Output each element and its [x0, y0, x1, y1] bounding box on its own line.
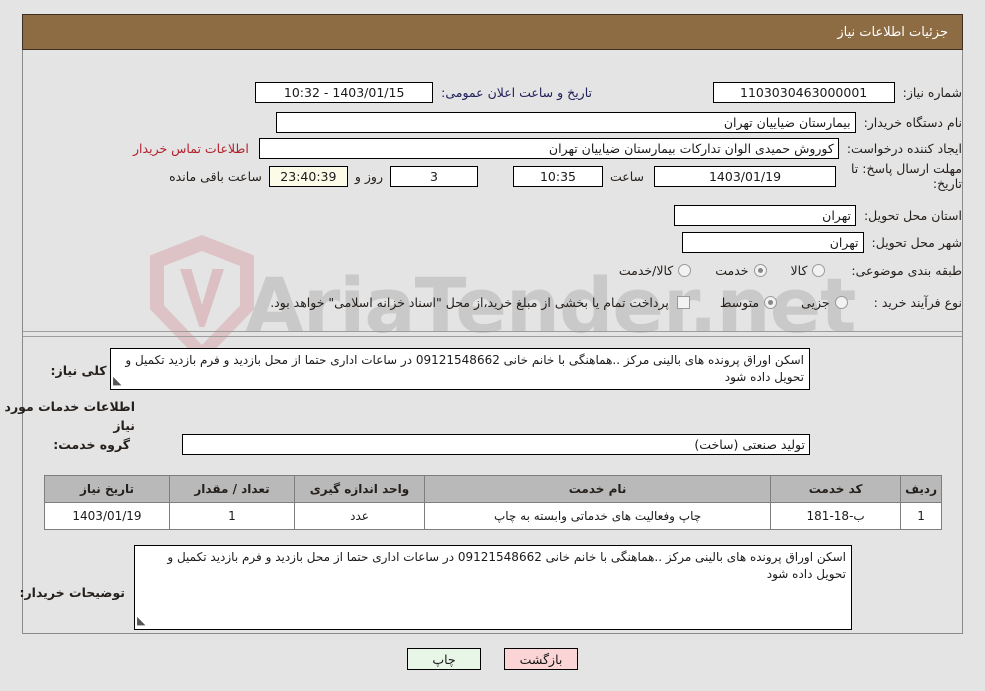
field-deadline: مهلت ارسال پاسخ: تا تاریخ: 1403/01/19 سا…	[169, 161, 962, 191]
print-button[interactable]: چاپ	[407, 648, 481, 670]
deadline-date-value: 1403/01/19	[654, 165, 836, 187]
radio-kala[interactable]	[812, 263, 826, 277]
deadline-label: مهلت ارسال پاسخ: تا تاریخ:	[851, 161, 962, 191]
city-label: شهر محل تحویل:	[871, 234, 962, 250]
buyer-notes-label-wrap: توضیحات خریدار:	[19, 582, 125, 601]
resize-grip-icon: ◢	[113, 374, 122, 387]
td-unit: عدد	[294, 502, 425, 530]
field-buyer-org: نام دستگاه خریدار: بیمارستان ضیاییان تهر…	[275, 110, 962, 134]
treasury-note: پرداخت تمام یا بخشی از مبلغ خرید،از محل …	[270, 294, 669, 310]
divider-top	[23, 331, 962, 332]
treasury-checkbox[interactable]	[676, 295, 690, 309]
field-city: شهر محل تحویل: تهران	[681, 230, 962, 254]
field-province: استان محل تحویل: تهران	[673, 203, 962, 227]
radio-jozii[interactable]	[834, 295, 848, 309]
divider-top-2	[23, 336, 962, 337]
announce-value: 1403/01/15 - 10:32	[255, 81, 434, 103]
page-header: جزئیات اطلاعات نیاز	[22, 14, 963, 50]
services-section-heading-wrap: اطلاعات خدمات مورد نیاز	[0, 396, 135, 434]
back-button[interactable]: بازگشت	[504, 648, 578, 670]
field-category: طبقه بندی موضوعی: کالا خدمت کالا/خدمت	[619, 258, 962, 282]
remaining-days-value: 3	[389, 165, 478, 187]
td-need-date: 1403/01/19	[44, 502, 170, 530]
category-option-kala-khedmat-label: کالا/خدمت	[618, 262, 674, 278]
th-unit: واحد اندازه گیری	[294, 475, 425, 503]
field-creator: ایجاد کننده درخواست: کوروش حمیدی الوان ت…	[133, 136, 962, 160]
service-group-value: تولید صنعتی (ساخت)	[182, 434, 810, 455]
buyer-notes-textarea[interactable]: اسکن اوراق پرونده های بالینی مرکز ..هماه…	[134, 545, 852, 630]
buyer-notes-value: اسکن اوراق پرونده های بالینی مرکز ..هماه…	[167, 550, 846, 581]
category-label: طبقه بندی موضوعی:	[851, 262, 962, 278]
city-value: تهران	[681, 231, 864, 253]
resize-grip-icon-2: ◢	[137, 614, 146, 627]
process-option-jozii-label: جزیی	[801, 294, 830, 310]
action-buttons: بازگشت چاپ	[0, 648, 985, 670]
buyer-org-label: نام دستگاه خریدار:	[863, 114, 962, 130]
process-label: نوع فرآیند خرید :	[873, 294, 962, 310]
remaining-hours-label: ساعت باقی مانده	[169, 168, 262, 184]
province-value: تهران	[673, 204, 856, 226]
field-need-number: شماره نیاز: 1103030463000001	[712, 80, 962, 104]
services-section-heading: اطلاعات خدمات مورد نیاز	[4, 399, 135, 433]
radio-motavaset[interactable]	[764, 295, 778, 309]
category-option-khedmat-label: خدمت	[715, 262, 749, 278]
need-info-section: شماره نیاز: 1103030463000001 تاریخ و ساع…	[23, 60, 962, 330]
table-row: 1 ب-18-181 چاپ وفعالیت های خدماتی وابسته…	[44, 502, 942, 530]
radio-khedmat[interactable]	[753, 263, 767, 277]
description-value: اسکن اوراق پرونده های بالینی مرکز ..هماه…	[125, 353, 804, 384]
announce-label: تاریخ و ساعت اعلان عمومی:	[441, 84, 592, 100]
need-number-label: شماره نیاز:	[902, 84, 962, 100]
th-service-code: کد خدمت	[770, 475, 902, 503]
service-group-label-wrap: گروه خدمت:	[53, 432, 130, 456]
category-option-kala-khedmat[interactable]: کالا/خدمت	[618, 262, 692, 278]
radio-kala-khedmat[interactable]	[678, 263, 692, 277]
need-number-value: 1103030463000001	[712, 81, 895, 103]
category-option-kala[interactable]: کالا	[791, 263, 826, 278]
category-option-khedmat[interactable]: خدمت	[715, 262, 767, 278]
field-announce-datetime: تاریخ و ساعت اعلان عمومی: 1403/01/15 - 1…	[255, 80, 592, 104]
table-header-row: ردیف کد خدمت نام خدمت واحد اندازه گیری ت…	[44, 475, 942, 503]
process-option-motavaset-label: متوسط	[719, 294, 760, 310]
days-label: روز و	[354, 168, 383, 184]
page-title: جزئیات اطلاعات نیاز	[837, 24, 948, 40]
services-table: ردیف کد خدمت نام خدمت واحد اندازه گیری ت…	[44, 475, 942, 530]
field-purchase-process: نوع فرآیند خرید : جزیی متوسط پرداخت تمام…	[270, 290, 962, 314]
countdown-value: 23:40:39	[268, 165, 348, 187]
td-service-name: چاپ وفعالیت های خدماتی وابسته به چاپ	[423, 502, 772, 530]
th-service-name: نام خدمت	[423, 475, 772, 503]
td-service-code: ب-18-181	[770, 502, 902, 530]
creator-label: ایجاد کننده درخواست:	[846, 140, 962, 156]
deadline-time-value: 10:35	[512, 165, 603, 187]
th-quantity: تعداد / مقدار	[169, 475, 295, 503]
td-quantity: 1	[169, 502, 295, 530]
category-option-kala-label: کالا	[790, 262, 808, 278]
buyer-org-value: بیمارستان ضیاییان تهران	[275, 111, 856, 133]
buyer-contact-link[interactable]: اطلاعات تماس خریدار	[133, 141, 249, 156]
buyer-notes-label: توضیحات خریدار:	[19, 585, 125, 600]
td-row-no: 1	[900, 502, 942, 530]
service-group-label: گروه خدمت:	[53, 436, 130, 452]
province-label: استان محل تحویل:	[863, 207, 962, 223]
th-need-date: تاریخ نیاز	[44, 475, 170, 503]
page-root: AriaTender.net جزئیات اطلاعات نیاز شماره…	[0, 0, 985, 691]
th-row-no: ردیف	[900, 475, 942, 503]
process-option-motavaset[interactable]: متوسط	[719, 294, 778, 310]
description-textarea[interactable]: اسکن اوراق پرونده های بالینی مرکز ..هماه…	[110, 348, 810, 390]
creator-value: کوروش حمیدی الوان تدارکات بیمارستان ضیای…	[258, 137, 839, 159]
hour-label: ساعت	[609, 168, 644, 184]
process-option-jozii[interactable]: جزیی	[801, 295, 848, 310]
